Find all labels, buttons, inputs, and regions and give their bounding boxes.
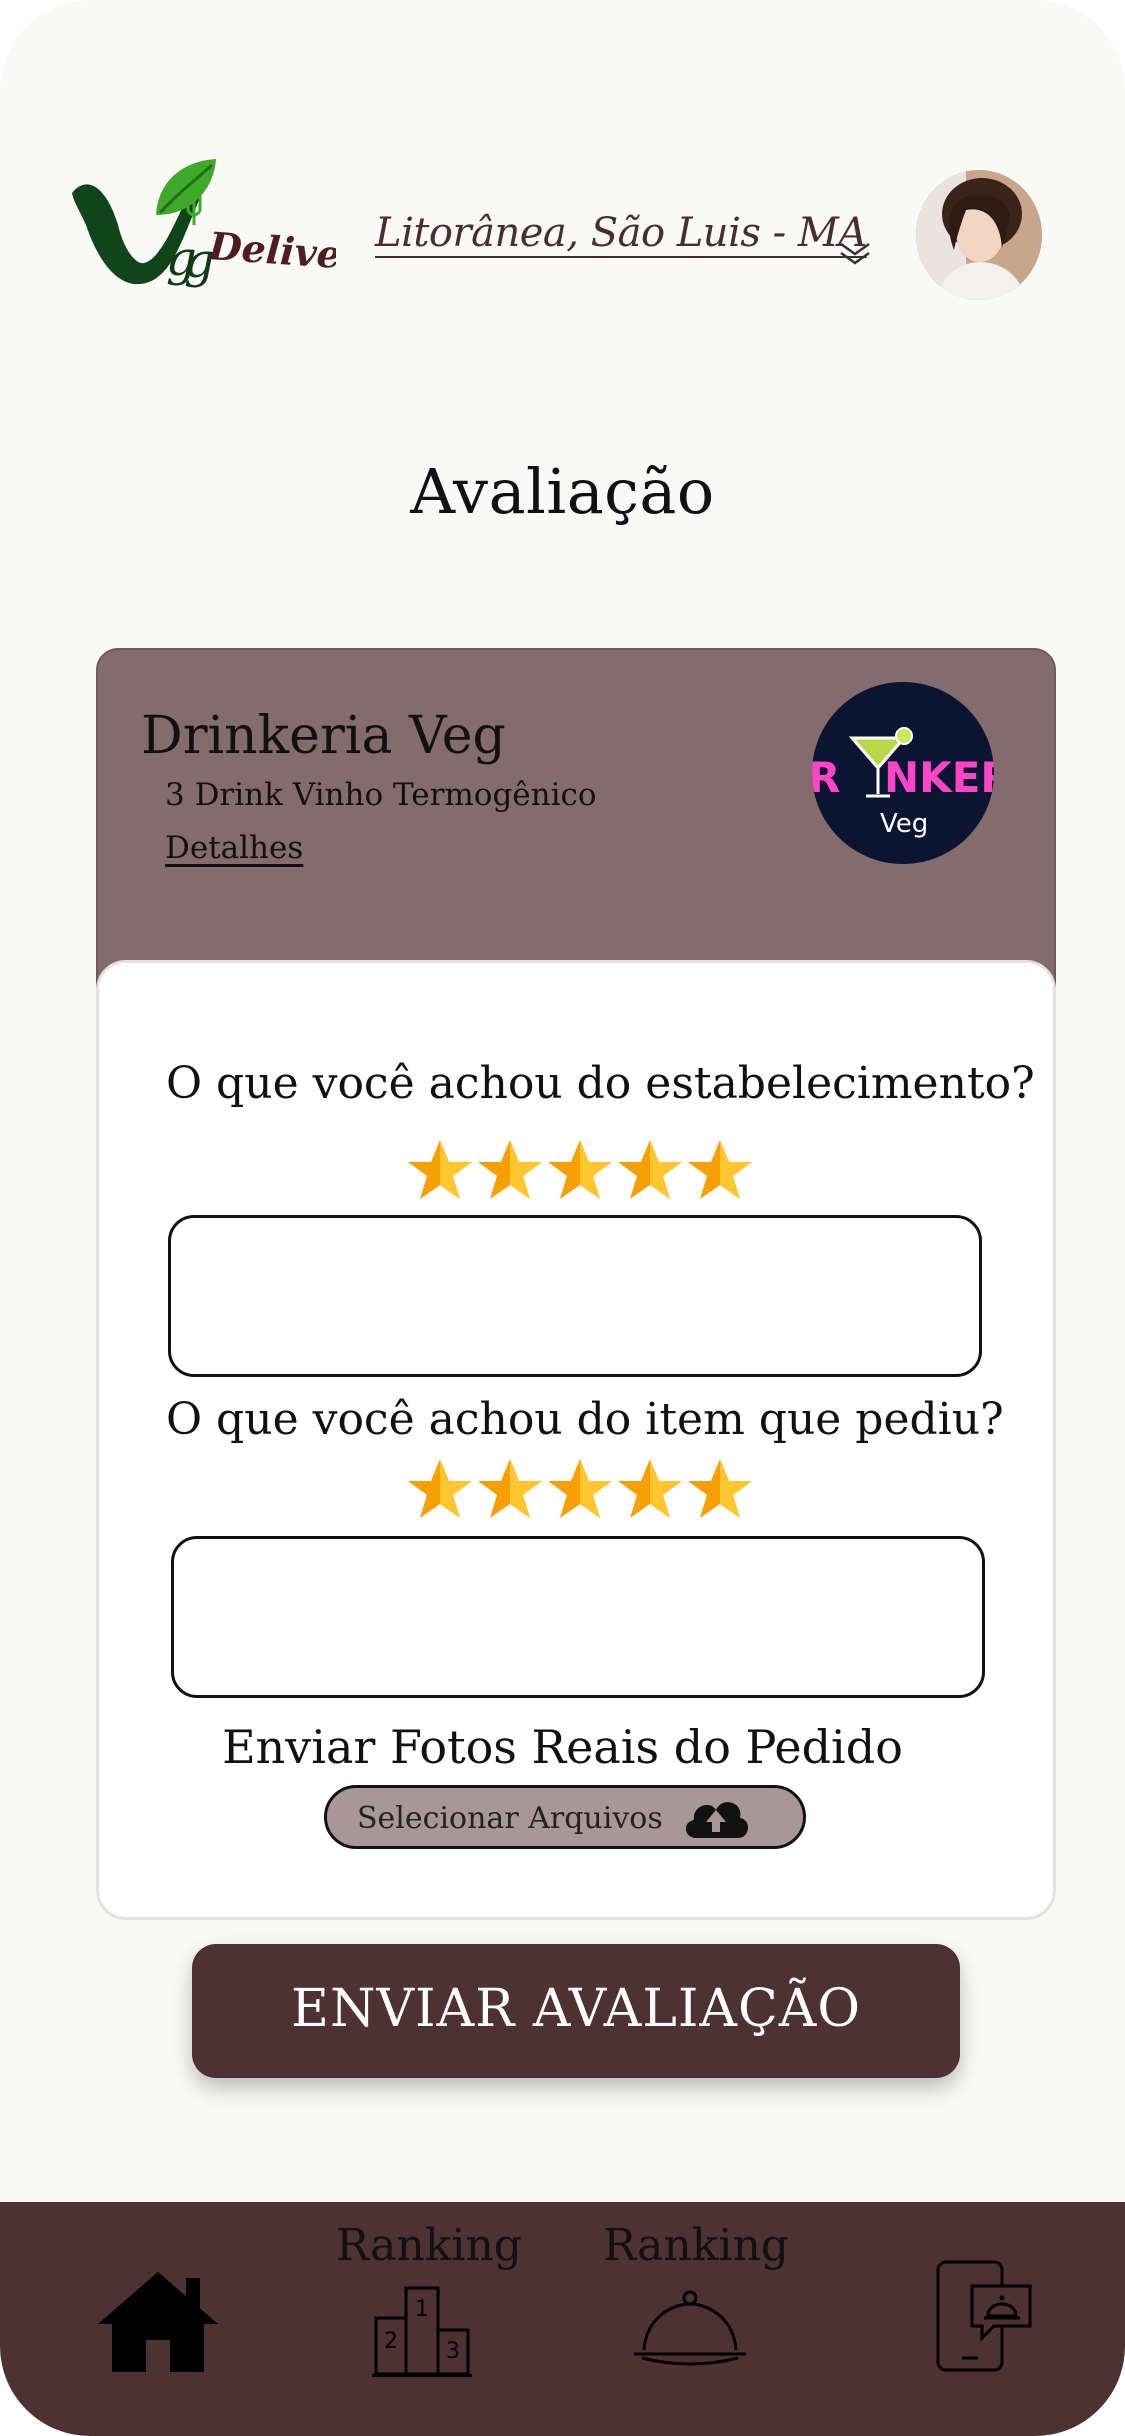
- item-rating[interactable]: [405, 1457, 755, 1521]
- item-comment-input[interactable]: [171, 1536, 985, 1698]
- select-files-label: Selecionar Arquivos: [357, 1801, 663, 1836]
- nav-ranking-caption[interactable]: Ranking: [603, 2220, 789, 2271]
- podium-icon[interactable]: 1 2 3: [370, 2282, 474, 2378]
- nav-ranking-caption[interactable]: Ranking: [336, 2220, 522, 2271]
- svg-text:1: 1: [415, 2297, 429, 2322]
- app-screen: g g Delivery Litorânea, São Luis - MA Av…: [0, 0, 1125, 2436]
- star-icon[interactable]: [545, 1138, 615, 1202]
- establishment-comment-input[interactable]: [168, 1215, 982, 1377]
- order-item: 3 Drink Vinho Termogênico: [165, 777, 597, 813]
- svg-text:R: R: [812, 753, 840, 802]
- svg-text:NKERI: NKERI: [884, 753, 994, 802]
- cloche-icon[interactable]: [632, 2288, 748, 2370]
- bottom-nav: Ranking 1 2 3 Ranking: [0, 2202, 1125, 2436]
- star-icon[interactable]: [685, 1138, 755, 1202]
- star-icon[interactable]: [685, 1457, 755, 1521]
- submit-review-label: ENVIAR AVALIAÇÃO: [291, 1979, 861, 2039]
- establishment-rating[interactable]: [405, 1138, 755, 1202]
- establishment-question: O que você achou do estabelecimento?: [166, 1058, 1035, 1109]
- item-question: O que você achou do item que pediu?: [166, 1394, 1004, 1445]
- chevron-down-icon[interactable]: [838, 240, 872, 268]
- star-icon[interactable]: [545, 1457, 615, 1521]
- select-files-button[interactable]: Selecionar Arquivos: [324, 1785, 806, 1849]
- svg-text:2: 2: [384, 2329, 398, 2354]
- page-title: Avaliação: [410, 455, 715, 528]
- star-icon[interactable]: [615, 1138, 685, 1202]
- svg-text:Delivery: Delivery: [206, 223, 336, 280]
- submit-review-button[interactable]: ENVIAR AVALIAÇÃO: [192, 1944, 960, 2078]
- cloud-upload-icon: [685, 1802, 749, 1838]
- restaurant-name: Drinkeria Veg: [141, 706, 506, 766]
- star-icon[interactable]: [475, 1457, 545, 1521]
- star-icon[interactable]: [405, 1138, 475, 1202]
- user-avatar[interactable]: [916, 170, 1042, 300]
- phone-support-icon[interactable]: [932, 2256, 1036, 2376]
- home-icon[interactable]: [94, 2268, 222, 2376]
- svg-text:3: 3: [446, 2339, 460, 2364]
- drinkeria-veg-logo: R NKERI Veg: [812, 682, 994, 864]
- location-selector[interactable]: Litorânea, São Luis - MA: [375, 210, 867, 256]
- star-icon[interactable]: [405, 1457, 475, 1521]
- vegg-delivery-logo: g g Delivery: [72, 159, 336, 289]
- photos-label: Enviar Fotos Reais do Pedido: [222, 1720, 903, 1774]
- star-icon[interactable]: [475, 1138, 545, 1202]
- svg-text:Veg: Veg: [880, 809, 928, 839]
- details-link[interactable]: Detalhes: [165, 830, 303, 866]
- star-icon[interactable]: [615, 1457, 685, 1521]
